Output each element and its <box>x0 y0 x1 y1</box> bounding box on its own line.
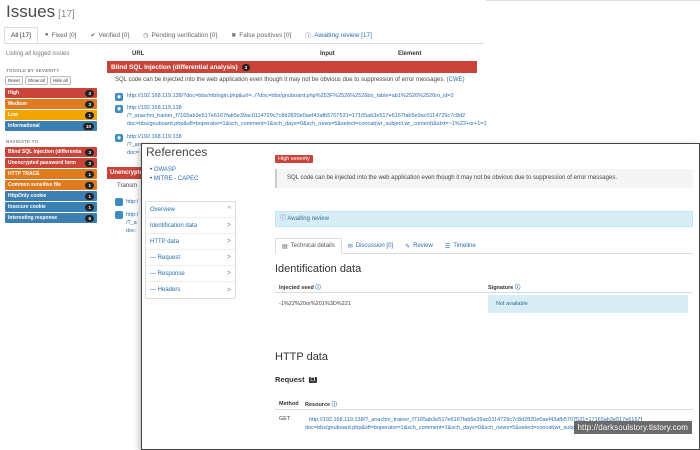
issue-tabs: All [17] ● Fixed [0] ✔ Verified [0] ◷ Pendi… <box>4 27 484 44</box>
issue-detail-panel: References OWASP MITRE - CAPEC Overview^… <box>141 143 700 450</box>
request-method: GET <box>279 416 291 422</box>
table-row: -1%22%20or%201%3D%221 Not available <box>275 293 693 315</box>
chevron-right-icon: > <box>226 270 231 277</box>
chevron-right-icon: > <box>226 222 231 229</box>
nav-issue[interactable]: HTTP TRACE 1 <box>5 169 97 179</box>
nav-issue[interactable]: HttpOnly cookie 1 <box>5 191 97 201</box>
table-header: Method Resource ⓘ <box>275 398 693 410</box>
references-heading: References <box>146 145 208 159</box>
circle-icon: ● <box>44 32 49 38</box>
issue-url-row[interactable]: ◉ http://192.168.119.138/?doc=bbs/mblogi… <box>115 93 454 101</box>
info-icon[interactable]: ⓘ <box>315 285 321 291</box>
nav-response[interactable]: — Response > <box>146 266 235 282</box>
issue-header: Blind SQL Injection (differential analys… <box>107 61 477 73</box>
clock-icon: ◷ <box>143 32 149 39</box>
navigate-list: Blind SQL Injection (differentia 3 Unencr… <box>5 147 97 223</box>
column-url: URL <box>132 51 145 57</box>
http-data-heading: HTTP data <box>275 351 328 363</box>
tab-discussion[interactable]: ✉ Discussion [0] <box>342 238 399 254</box>
nav-request[interactable]: — Request > <box>146 250 235 266</box>
edit-icon: ✎ <box>405 243 411 250</box>
identification-heading: Identification data <box>275 263 362 275</box>
tab-fixed[interactable]: ● Fixed [0] <box>38 27 84 43</box>
nav-issue[interactable]: Blind SQL Injection (differentia 3 <box>5 147 97 157</box>
signature-value: Not available <box>488 295 688 313</box>
url-fragment[interactable]: doc- <box>126 228 137 234</box>
info-icon: ⓘ <box>305 33 312 40</box>
column-element: Element <box>398 51 422 57</box>
severity-low[interactable]: Low 1 <box>5 110 97 120</box>
severity-informational[interactable]: Informational 10 <box>5 121 97 131</box>
listing-text: Listing all logged issues <box>6 51 70 57</box>
injected-seed-value: -1%22%20or%201%3D%221 <box>279 301 351 307</box>
url-fragment[interactable]: http:/ <box>126 212 138 218</box>
severity-buttons: Reset Show all Hide all <box>5 76 71 85</box>
column-input: Input <box>320 51 335 57</box>
cwe-link[interactable]: (CWE) <box>447 77 465 83</box>
tab-timeline[interactable]: ☰ Timeline <box>439 238 482 254</box>
severity-badge: High severity <box>275 155 313 163</box>
nav-issue[interactable]: Unencrypted password form 3 <box>5 158 97 168</box>
detail-nav: Overview ^ Identification data > HTTP data… <box>145 201 236 299</box>
url-fragment[interactable]: http:/ <box>126 199 138 205</box>
tab-review[interactable]: ✎ Review <box>399 238 439 254</box>
tab-all[interactable]: All [17] <box>4 27 38 43</box>
x-icon: ✖ <box>231 32 237 39</box>
detail-tabs: ▤ Technical details ✉ Discussion [0] ✎ Revi… <box>275 238 693 254</box>
eye-icon[interactable]: ◉ <box>115 105 123 113</box>
chevron-right-icon: > <box>226 286 231 294</box>
nav-issue[interactable]: Common sensitive file 1 <box>5 180 97 190</box>
tab-technical-details[interactable]: ▤ Technical details <box>275 238 342 254</box>
reset-button[interactable]: Reset <box>5 76 23 85</box>
severity-high[interactable]: High 3 <box>5 88 97 98</box>
eye-icon[interactable]: ◉ <box>115 134 123 142</box>
info-icon[interactable]: ⓘ <box>332 402 338 408</box>
review-status-bar: ⓘ Awaiting review <box>275 211 693 227</box>
references-list: OWASP MITRE - CAPEC <box>150 166 199 184</box>
nav-issue[interactable]: Insecure cookie 1 <box>5 202 97 212</box>
doc-icon: ▤ <box>282 243 288 250</box>
show-all-button[interactable]: Show all <box>24 76 48 85</box>
tab-pending[interactable]: ◷ Pending verification [0] <box>136 27 224 43</box>
eye-icon[interactable] <box>115 198 123 206</box>
navigate-heading: NAVIGATE TO <box>6 139 39 144</box>
eye-icon[interactable] <box>115 211 123 219</box>
severity-heading: TOGGLE BY SEVERITY <box>6 68 60 73</box>
page-title: Issues [17] <box>6 2 75 21</box>
nav-http-data[interactable]: HTTP data > <box>146 234 235 250</box>
nav-identification-data[interactable]: Identification data > <box>146 218 235 234</box>
check-icon: ✔ <box>90 32 96 39</box>
divider <box>486 0 700 1</box>
unencrypted-description: Transm <box>117 183 138 189</box>
table-header: Injected seed ⓘ Signature ⓘ <box>275 281 693 293</box>
chevron-right-icon: > <box>226 238 231 245</box>
tab-awaiting-review[interactable]: ⓘ Awaiting review [17] <box>298 27 379 43</box>
issue-description-box: SQL code can be injected into the web ap… <box>275 169 693 188</box>
severity-medium[interactable]: Medium 3 <box>5 99 97 109</box>
request-heading: Request ❐ <box>275 375 318 384</box>
reference-link[interactable]: OWASP <box>150 166 198 175</box>
chevron-right-icon: > <box>226 254 231 261</box>
identification-table: Injected seed ⓘ Signature ⓘ -1%22%20or%2… <box>275 281 693 315</box>
tab-verified[interactable]: ✔ Verified [0] <box>83 27 136 43</box>
nav-headers[interactable]: — Headers > <box>146 282 235 298</box>
issue-description: SQL code can be injected into the web ap… <box>115 77 465 83</box>
tab-false-positives[interactable]: ✖ False positives [0] <box>224 27 298 43</box>
watermark: http://darksoulstory.tistory.com <box>573 421 692 434</box>
eye-icon[interactable]: ◉ <box>115 93 123 101</box>
reference-link[interactable]: MITRE - CAPEC <box>150 175 199 184</box>
nav-overview[interactable]: Overview ^ <box>146 202 235 218</box>
chevron-up-icon: ^ <box>227 206 231 213</box>
nav-issue[interactable]: Interesting response 6 <box>5 213 97 223</box>
issue-url-row[interactable]: ◉ http://192.168.119.138 /?_anachni_trai… <box>115 105 487 127</box>
info-icon[interactable]: ⓘ <box>515 285 521 291</box>
hide-all-button[interactable]: Hide all <box>49 76 71 85</box>
copy-icon[interactable]: ❐ <box>308 376 318 383</box>
severity-list: High 3 Medium 3 Low 1 Informational 10 <box>5 88 97 131</box>
url-fragment[interactable]: /?_a <box>126 220 137 226</box>
issue-count-badge: 3 <box>241 63 251 71</box>
list-icon: ☰ <box>444 243 451 250</box>
chat-icon: ✉ <box>347 243 353 250</box>
